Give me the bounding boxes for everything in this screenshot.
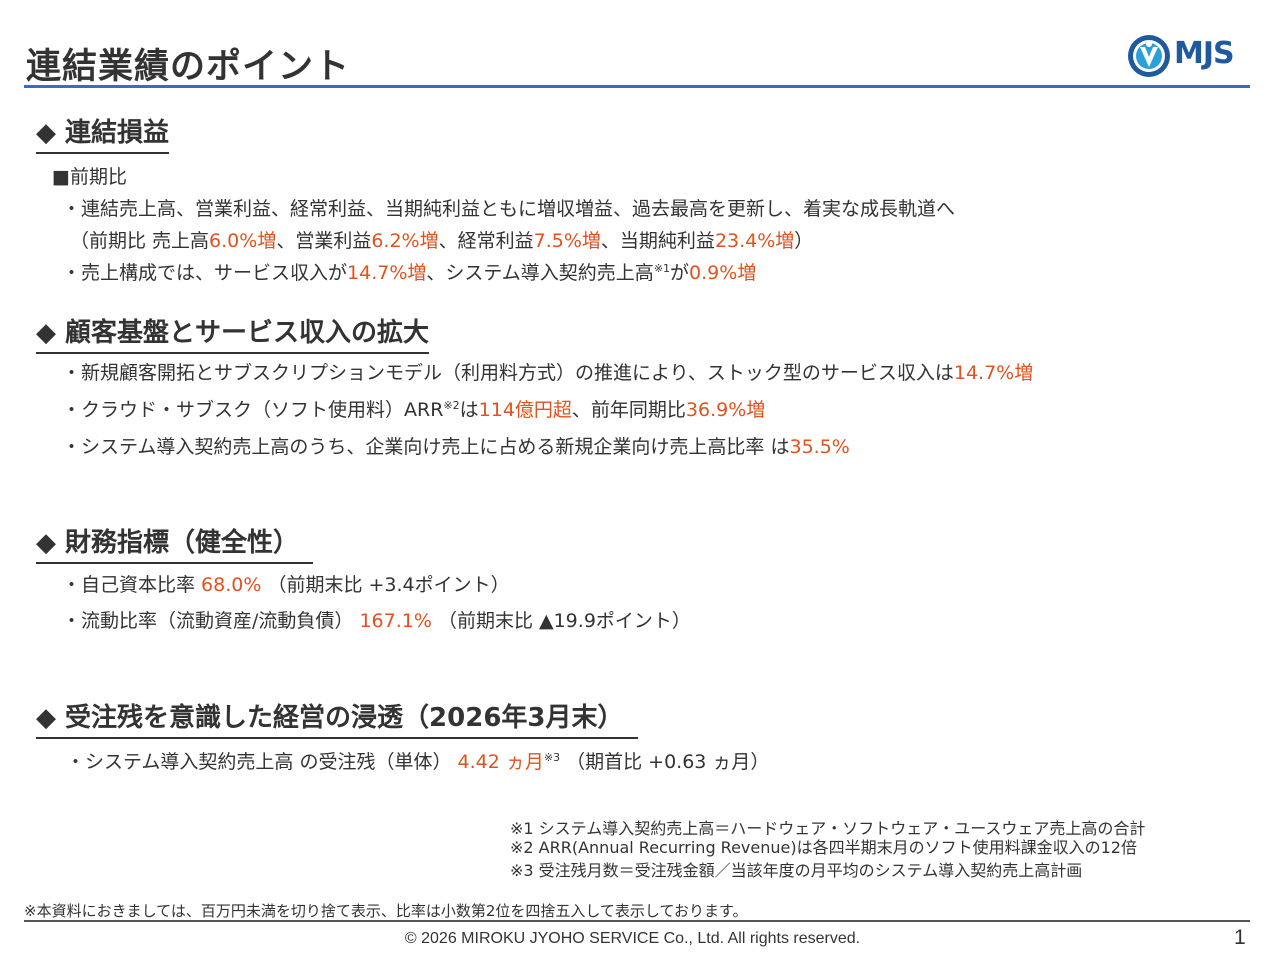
page-number: 1 [1234, 926, 1246, 949]
ordinary-profit-growth: 7.5%増 [533, 230, 601, 252]
text: ） [794, 230, 814, 252]
sales-growth: 6.0%増 [209, 230, 277, 252]
arr-growth: 36.9%増 [685, 399, 766, 421]
bullet-record-high: ・連結売上高、営業利益、経常利益、当期純利益ともに増収増益、過去最高を更新し、着… [62, 198, 956, 220]
text: が [670, 262, 690, 284]
current-ratio-value: 167.1% [359, 610, 432, 632]
bullet-equity-ratio: ・自己資本比率 68.0% （前期末比 +3.4ポイント） [62, 570, 510, 597]
new-customer-ratio: 35.5% [789, 436, 850, 458]
footnote-ref-3: ※3 [543, 751, 561, 764]
page-title: 連結業績のポイント [26, 47, 351, 87]
section-heading-financial-indicators: ◆ 財務指標（健全性） [36, 522, 314, 564]
text: ・新規顧客開拓とサブスクリプションモデル（利用料方式）の推進により、ストック型の… [62, 362, 954, 384]
text: ・システム導入契約売上高 の受注残（単体） [66, 751, 458, 773]
section-heading-consolidated-pl: ◆ 連結損益 [36, 112, 170, 154]
footer-rule [24, 920, 1250, 922]
footnote-3: ※3 受注残月数＝受注残金額／当該年度の月平均のシステム導入契約売上高計画 [510, 861, 1083, 880]
bullet-order-backlog: ・システム導入契約売上高 の受注残（単体） 4.42 ヵ月※3 （期首比 +0.… [66, 747, 769, 774]
text: ・システム導入契約売上高のうち、企業向け売上に占める新規企業向け売上高比率 は [62, 436, 790, 458]
subheading-yoy: ■前期比 [52, 166, 127, 188]
text: ・売上構成では、サービス収入が [62, 262, 348, 284]
text: （期首比 +0.63 ヵ月） [560, 751, 770, 773]
service-revenue-growth: 14.7%増 [347, 262, 427, 284]
text: （前期末比 +3.4ポイント） [261, 574, 510, 596]
net-income-growth: 23.4%増 [714, 230, 795, 252]
bullet-new-customer-ratio: ・システム導入契約売上高のうち、企業向け売上に占める新規企業向け売上高比率 は3… [62, 432, 850, 459]
equity-ratio-value: 68.0% [201, 574, 262, 596]
text: ・流動比率（流動資産/流動負債） [62, 610, 360, 632]
bullet-sales-composition: ・売上構成では、サービス収入が14.7%増、システム導入契約売上高※1が0.9%… [62, 258, 756, 285]
text: 、経常利益 [438, 230, 534, 252]
text: 、システム導入契約売上高 [426, 262, 654, 284]
text: は [459, 399, 479, 421]
title-underline [24, 85, 1250, 88]
text: 、当期純利益 [600, 230, 715, 252]
backlog-months: 4.42 ヵ月 [457, 751, 544, 773]
text: 、営業利益 [276, 230, 372, 252]
text: ・自己資本比率 [62, 574, 202, 596]
bullet-subscription: ・新規顧客開拓とサブスクリプションモデル（利用料方式）の推進により、ストック型の… [62, 358, 1033, 385]
logo-mark-icon [1128, 35, 1170, 77]
system-sales-growth: 0.9%増 [689, 262, 757, 284]
section-heading-customer-base: ◆ 顧客基盤とサービス収入の拡大 [36, 312, 430, 354]
copyright: © 2026 MIROKU JYOHO SERVICE Co., Ltd. Al… [404, 930, 861, 947]
logo-text: MJS [1174, 36, 1235, 71]
footnote-2: ※2 ARR(Annual Recurring Revenue)は各四半期末月の… [510, 838, 1137, 857]
bullet-arr: ・クラウド・サブスク（ソフト使用料）ARR※2は114億円超、前年同期比36.9… [62, 395, 765, 422]
text: ・クラウド・サブスク（ソフト使用料）ARR [62, 399, 444, 421]
text: （前期比 売上高 [70, 230, 210, 252]
footnote-ref-1: ※1 [653, 262, 671, 275]
disclaimer: ※本資料におきましては、百万円未満を切り捨て表示、比率は小数第2位を四捨五入して… [24, 902, 748, 920]
yoy-growth-line: （前期比 売上高6.0%増、営業利益6.2%増、経常利益7.5%増、当期純利益2… [70, 226, 813, 253]
footnote-ref-2: ※2 [443, 399, 460, 412]
text: （前期末比 ▲19.9ポイント） [431, 610, 691, 632]
arr-value: 114億円超 [478, 399, 572, 421]
text: 、前年同期比 [571, 399, 686, 421]
section-heading-order-backlog: ◆ 受注残を意識した経営の浸透（2026年3月末） [36, 697, 638, 739]
bullet-current-ratio: ・流動比率（流動資産/流動負債） 167.1% （前期末比 ▲19.9ポイント） [62, 606, 691, 633]
mjs-logo: MJS [1126, 32, 1252, 80]
operating-profit-growth: 6.2%増 [371, 230, 439, 252]
stock-revenue-growth: 14.7%増 [953, 362, 1034, 384]
